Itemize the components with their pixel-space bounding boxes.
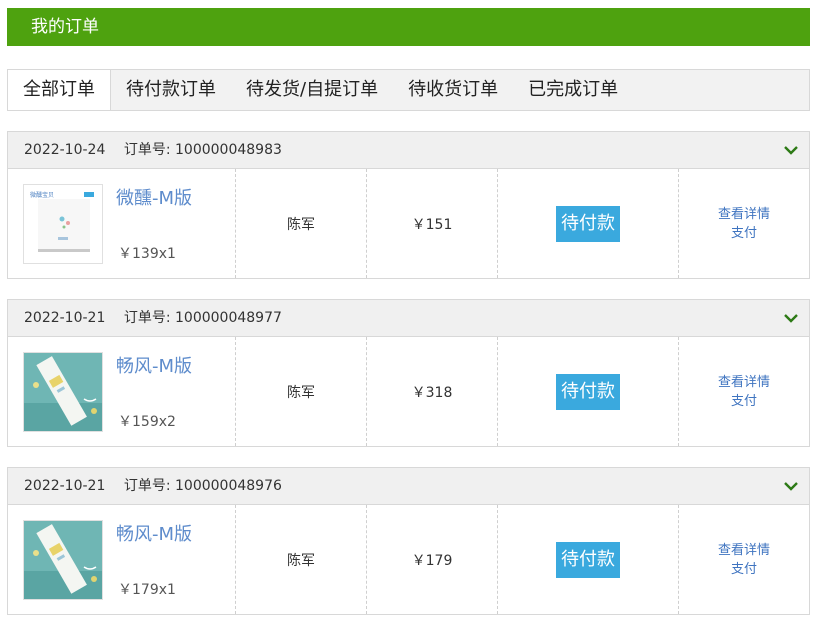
order-card: 2022-10-21 订单号: 100000048977 畅风-M版 ￥159x… <box>7 299 810 447</box>
status-button[interactable]: 待付款 <box>556 374 620 410</box>
product-name[interactable]: 微醺-M版 <box>116 184 192 210</box>
order-date: 2022-10-21 <box>24 310 106 326</box>
recipient-cell: 陈军 <box>236 169 367 278</box>
order-date: 2022-10-21 <box>24 478 106 494</box>
recipient-cell: 陈军 <box>236 505 367 614</box>
thumbnail-brand-text: 微醺宝贝 <box>30 191 54 199</box>
tab-pending-receipt[interactable]: 待收货订单 <box>393 70 513 110</box>
order-number-label: 订单号: <box>123 310 171 326</box>
status-button[interactable]: 待付款 <box>556 542 620 578</box>
order-number-label: 订单号: <box>123 478 171 494</box>
view-details-link[interactable]: 查看详情 <box>679 541 809 560</box>
status-button[interactable]: 待付款 <box>556 206 620 242</box>
product-thumbnail[interactable] <box>23 352 103 432</box>
status-cell: 待付款 <box>498 169 679 278</box>
tab-completed[interactable]: 已完成订单 <box>513 70 633 110</box>
product-cell: 微醺宝贝 微醺-M版 ￥139x1 <box>8 169 236 278</box>
order-number: 100000048976 <box>175 478 282 494</box>
order-header: 2022-10-24 订单号: 100000048983 <box>8 132 809 169</box>
chevron-down-icon[interactable] <box>782 309 800 327</box>
order-number: 100000048977 <box>175 310 282 326</box>
total-cell: ￥151 <box>367 169 498 278</box>
order-total: ￥179 <box>411 552 453 569</box>
recipient-name: 陈军 <box>287 216 315 233</box>
page-title: 我的订单 <box>7 8 810 46</box>
unit-price-quantity: ￥139x1 <box>118 246 176 262</box>
tab-pending-payment[interactable]: 待付款订单 <box>111 70 231 110</box>
order-number-label: 订单号: <box>123 142 171 158</box>
order-card: 2022-10-21 订单号: 100000048976 畅风-M版 ￥179x… <box>7 467 810 615</box>
order-date: 2022-10-24 <box>24 142 106 158</box>
status-cell: 待付款 <box>498 337 679 446</box>
recipient-cell: 陈军 <box>236 337 367 446</box>
actions-cell: 查看详情 支付 <box>679 169 809 278</box>
recipient-name: 陈军 <box>287 552 315 569</box>
unit-price-quantity: ￥159x2 <box>118 414 176 430</box>
actions-cell: 查看详情 支付 <box>679 505 809 614</box>
tab-all-orders[interactable]: 全部订单 <box>8 70 111 110</box>
total-cell: ￥318 <box>367 337 498 446</box>
order-tabs: 全部订单 待付款订单 待发货/自提订单 待收货订单 已完成订单 <box>7 69 810 111</box>
pay-link[interactable]: 支付 <box>679 392 809 411</box>
unit-price-quantity: ￥179x1 <box>118 582 176 598</box>
total-cell: ￥179 <box>367 505 498 614</box>
product-name[interactable]: 畅风-M版 <box>116 352 192 378</box>
product-name[interactable]: 畅风-M版 <box>116 520 192 546</box>
product-thumbnail[interactable]: 微醺宝贝 <box>23 184 103 264</box>
chevron-down-icon[interactable] <box>782 477 800 495</box>
recipient-name: 陈军 <box>287 384 315 401</box>
chevron-down-icon[interactable] <box>782 141 800 159</box>
actions-cell: 查看详情 支付 <box>679 337 809 446</box>
pay-link[interactable]: 支付 <box>679 224 809 243</box>
order-card: 2022-10-24 订单号: 100000048983 微醺宝贝 微醺-M版 … <box>7 131 810 279</box>
status-cell: 待付款 <box>498 505 679 614</box>
product-cell: 畅风-M版 ￥159x2 <box>8 337 236 446</box>
order-header: 2022-10-21 订单号: 100000048976 <box>8 468 809 505</box>
order-number: 100000048983 <box>175 142 282 158</box>
tab-pending-shipment[interactable]: 待发货/自提订单 <box>231 70 393 110</box>
view-details-link[interactable]: 查看详情 <box>679 373 809 392</box>
order-total: ￥318 <box>411 384 453 401</box>
order-total: ￥151 <box>411 216 453 233</box>
order-header: 2022-10-21 订单号: 100000048977 <box>8 300 809 337</box>
product-thumbnail[interactable] <box>23 520 103 600</box>
view-details-link[interactable]: 查看详情 <box>679 205 809 224</box>
product-cell: 畅风-M版 ￥179x1 <box>8 505 236 614</box>
pay-link[interactable]: 支付 <box>679 560 809 579</box>
